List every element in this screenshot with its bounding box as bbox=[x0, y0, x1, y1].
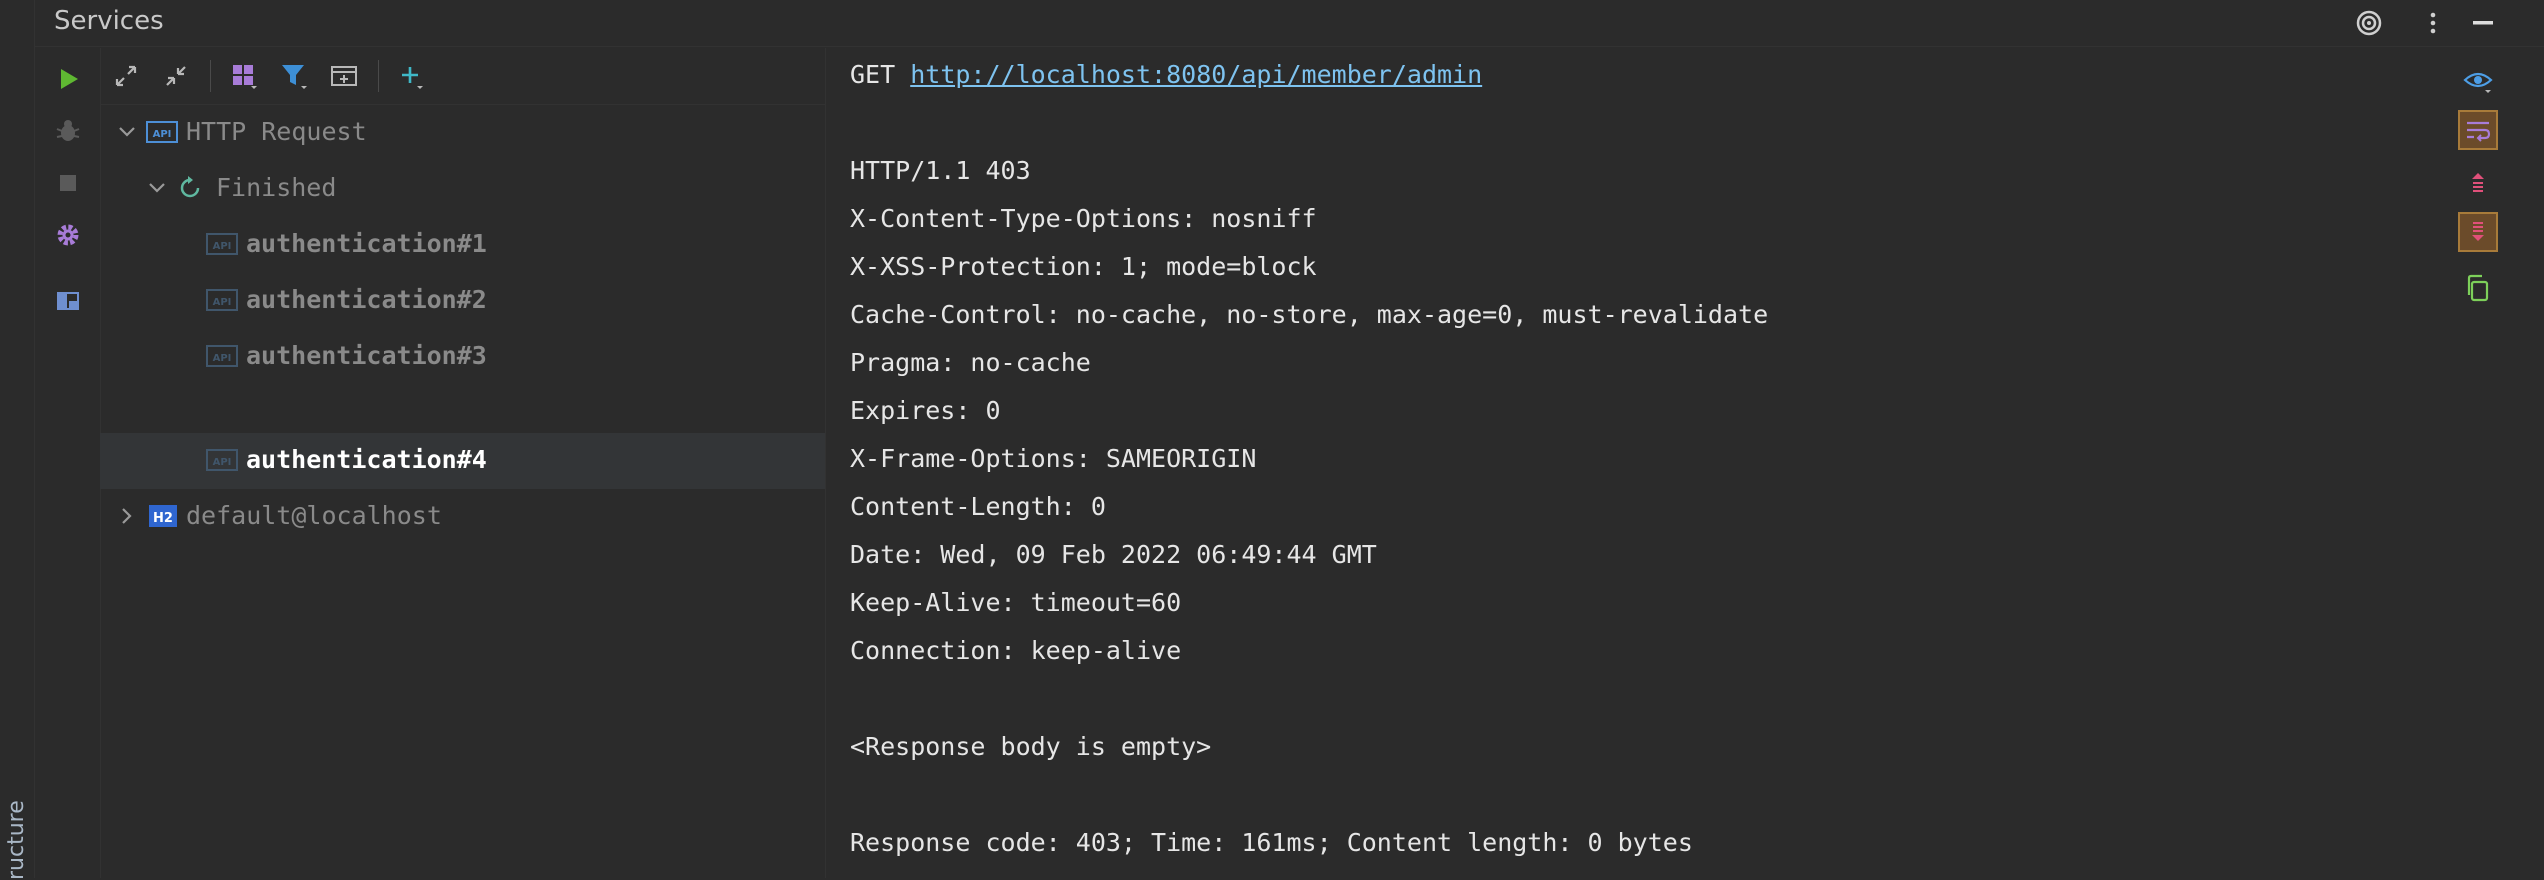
debug-icon[interactable] bbox=[51, 114, 85, 148]
h2-database-icon: H2 bbox=[149, 505, 177, 527]
api-icon: API bbox=[146, 121, 178, 143]
status-line: HTTP/1.1 403 bbox=[850, 156, 1031, 185]
response-body: <Response body is empty> bbox=[850, 732, 1212, 761]
response-header: X-Frame-Options: SAMEORIGIN bbox=[850, 444, 1257, 473]
tree-item-label: authentication#3 bbox=[246, 341, 487, 370]
layout-icon[interactable] bbox=[51, 284, 85, 318]
target-icon[interactable] bbox=[2352, 6, 2386, 40]
window-title: Services bbox=[54, 6, 164, 36]
structure-tab[interactable]: ructure bbox=[4, 790, 24, 880]
svg-text:H2: H2 bbox=[153, 511, 173, 526]
response-header: Connection: keep-alive bbox=[850, 636, 1182, 665]
svg-text:API: API bbox=[213, 353, 232, 364]
copy-icon[interactable] bbox=[2458, 268, 2498, 308]
scroll-to-end-icon[interactable] bbox=[2458, 212, 2498, 252]
response-header: Cache-Control: no-cache, no-store, max-a… bbox=[850, 300, 1769, 329]
svg-text:API: API bbox=[213, 241, 232, 252]
tree-item-authentication-2[interactable]: API authentication#2 bbox=[100, 273, 825, 329]
svg-text:API: API bbox=[213, 297, 232, 308]
tree-node-label: default@localhost bbox=[186, 501, 442, 530]
response-viewer: GET http://localhost:8080/api/member/adm… bbox=[826, 48, 2440, 878]
side-toolbar bbox=[34, 48, 101, 878]
svg-text:API: API bbox=[213, 457, 232, 468]
response-header: Content-Length: 0 bbox=[850, 492, 1106, 521]
chevron-down-icon[interactable] bbox=[114, 119, 140, 145]
tool-window-stripe: ructure bbox=[0, 0, 35, 880]
api-icon: API bbox=[206, 289, 238, 311]
soft-wrap-icon[interactable] bbox=[2458, 110, 2498, 150]
response-header: X-Content-Type-Options: nosniff bbox=[850, 204, 1317, 233]
new-tab-icon[interactable] bbox=[326, 58, 362, 94]
group-by-icon[interactable] bbox=[226, 58, 262, 94]
scroll-up-icon[interactable] bbox=[2458, 162, 2498, 202]
services-header: Services bbox=[34, 0, 2544, 47]
settings-icon[interactable] bbox=[51, 218, 85, 252]
expand-all-icon[interactable] bbox=[108, 58, 144, 94]
tree-node-label: HTTP Request bbox=[186, 117, 367, 146]
tree-node-finished[interactable]: Finished bbox=[100, 161, 825, 217]
request-line: GET http://localhost:8080/api/member/adm… bbox=[850, 60, 1482, 89]
filter-icon[interactable] bbox=[276, 58, 312, 94]
response-summary: Response code: 403; Time: 161ms; Content… bbox=[850, 828, 1693, 857]
api-icon: API bbox=[206, 449, 238, 471]
toolbar-separator bbox=[210, 60, 211, 92]
eye-icon[interactable] bbox=[2458, 60, 2498, 100]
more-vertical-icon[interactable] bbox=[2416, 6, 2450, 40]
response-header: X-XSS-Protection: 1; mode=block bbox=[850, 252, 1317, 281]
tree-node-http-request[interactable]: API HTTP Request bbox=[100, 105, 825, 161]
tree-node-label: Finished bbox=[216, 173, 337, 202]
tree-item-authentication-3[interactable]: API authentication#3 bbox=[100, 329, 825, 385]
tree-toolbar bbox=[100, 48, 825, 105]
services-tree-panel: API HTTP Request Finished API authentica… bbox=[100, 48, 826, 878]
stop-icon[interactable] bbox=[51, 166, 85, 200]
tree-item-label: authentication#4 bbox=[246, 445, 487, 474]
api-icon: API bbox=[206, 233, 238, 255]
response-header: Expires: 0 bbox=[850, 396, 1001, 425]
run-icon[interactable] bbox=[51, 62, 85, 96]
chevron-right-icon[interactable] bbox=[114, 503, 140, 529]
svg-text:API: API bbox=[153, 129, 172, 140]
refresh-icon bbox=[180, 176, 200, 198]
request-url-link[interactable]: http://localhost:8080/api/member/admin bbox=[910, 60, 1482, 89]
tree-item-authentication-4[interactable]: API authentication#4 bbox=[100, 433, 825, 489]
tree-item-authentication-1[interactable]: API authentication#1 bbox=[100, 217, 825, 273]
tree-item-label: authentication#1 bbox=[246, 229, 487, 258]
chevron-down-icon[interactable] bbox=[144, 175, 170, 201]
request-method: GET bbox=[850, 60, 896, 89]
toolbar-separator bbox=[378, 60, 379, 92]
response-toolbar bbox=[2440, 48, 2544, 878]
api-icon: API bbox=[206, 345, 238, 367]
add-service-icon[interactable] bbox=[394, 58, 430, 94]
response-header: Keep-Alive: timeout=60 bbox=[850, 588, 1182, 617]
response-header: Pragma: no-cache bbox=[850, 348, 1091, 377]
tree-node-default-localhost[interactable]: H2 default@localhost bbox=[100, 489, 825, 545]
tree-item-label: authentication#2 bbox=[246, 285, 487, 314]
response-header: Date: Wed, 09 Feb 2022 06:49:44 GMT bbox=[850, 540, 1377, 569]
minimize-icon[interactable] bbox=[2466, 6, 2500, 40]
collapse-all-icon[interactable] bbox=[158, 58, 194, 94]
